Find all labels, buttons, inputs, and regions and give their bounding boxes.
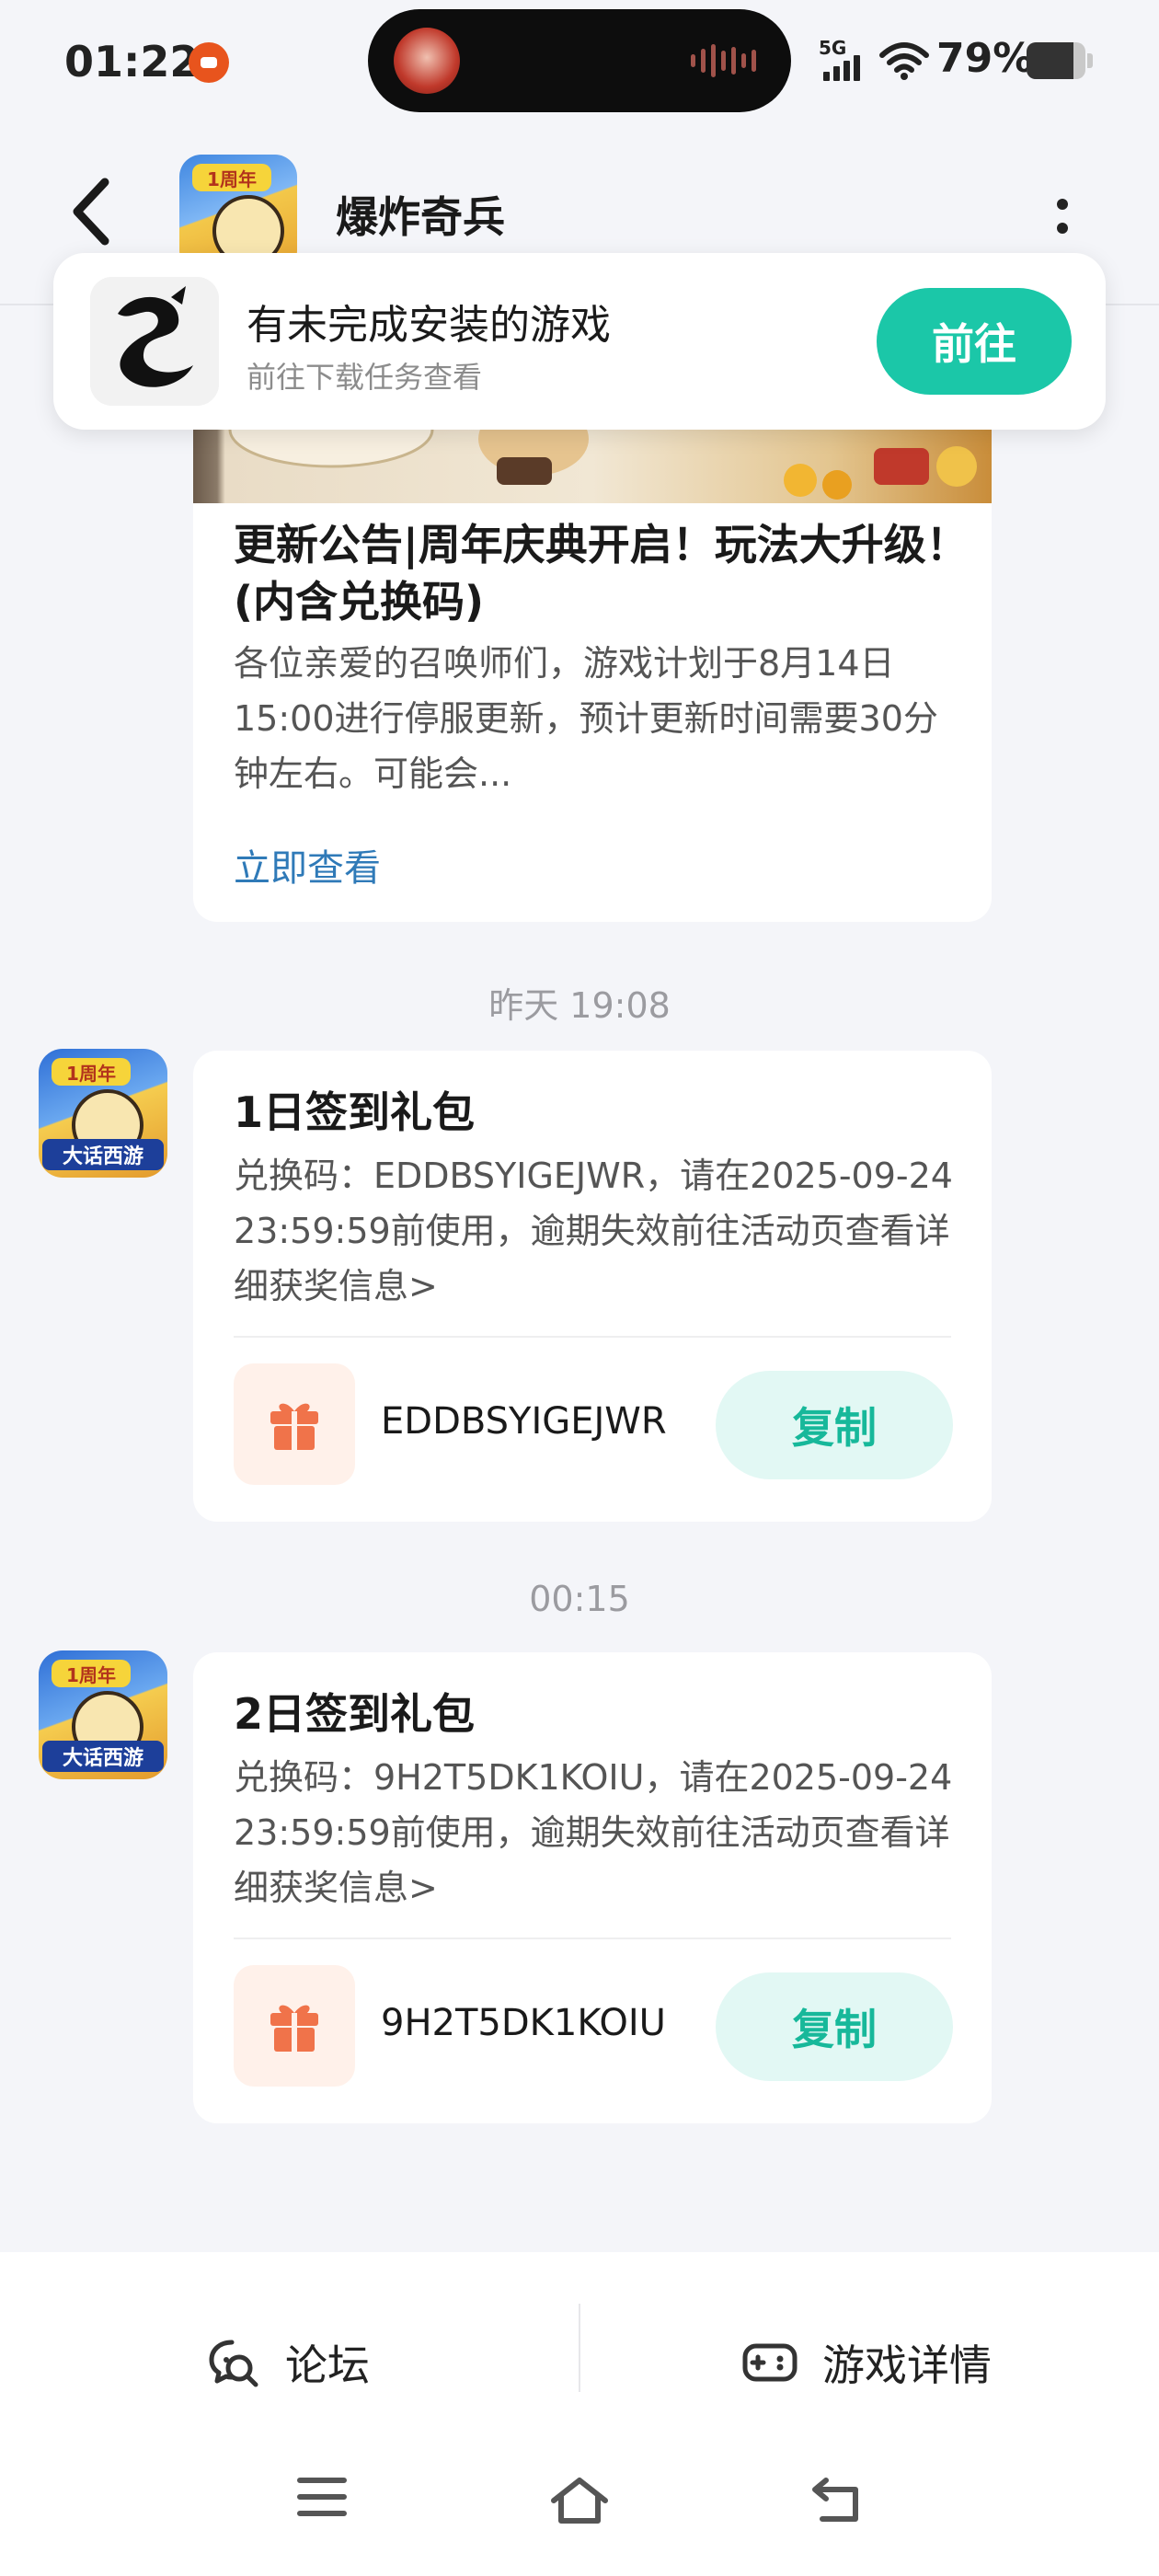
redeem-code: 9H2T5DK1KOIU bbox=[381, 2002, 666, 2044]
install-reminder-popup[interactable]: 有未完成安装的游戏 前往下载任务查看 前往 bbox=[53, 253, 1106, 430]
back-nav-icon[interactable] bbox=[809, 2475, 865, 2524]
message-timestamp: 00:15 bbox=[529, 1579, 630, 1619]
copy-button[interactable]: 复制 bbox=[716, 1972, 953, 2081]
redeem-code: EDDBSYIGEJWR bbox=[381, 1400, 667, 1443]
menu-icon[interactable] bbox=[296, 2475, 348, 2519]
vertical-dots-icon[interactable] bbox=[1049, 193, 1076, 239]
forum-icon bbox=[209, 2340, 258, 2387]
dynamic-island[interactable] bbox=[368, 9, 791, 112]
gift-message-card: 2日签到礼包 兑换码：9H2T5DK1KOIU，请在2025-09-24 23:… bbox=[193, 1652, 992, 2123]
sender-avatar[interactable]: 1周年 大话西游 bbox=[39, 1650, 167, 1779]
divider bbox=[579, 2304, 580, 2392]
announcement-card[interactable]: 更新公告|周年庆典开启！玩法大升级！(内含兑换码) 各位亲爱的召唤师们，游戏计划… bbox=[193, 430, 992, 922]
forum-label: 论坛 bbox=[285, 2340, 370, 2390]
audio-wave-icon bbox=[691, 44, 756, 77]
battery-fill bbox=[1027, 42, 1073, 79]
signal-icon bbox=[823, 55, 860, 81]
go-button[interactable]: 前往 bbox=[877, 288, 1072, 395]
battery-icon bbox=[1027, 42, 1085, 79]
pending-game-icon bbox=[90, 277, 219, 406]
game-details-button[interactable]: 游戏详情 bbox=[741, 2307, 992, 2418]
game-details-label: 游戏详情 bbox=[822, 2340, 992, 2390]
gift-glyph bbox=[270, 2005, 318, 2052]
page-title: 爆炸奇兵 bbox=[336, 192, 505, 242]
announcement-text: 各位亲爱的召唤师们，游戏计划于8月14日15:00进行停服更新，预计更新时间需要… bbox=[234, 643, 938, 794]
divider bbox=[234, 1336, 951, 1338]
notification-app-icon bbox=[189, 42, 229, 83]
anniversary-badge: 1周年 bbox=[52, 1058, 131, 1086]
gift-text: 兑换码：EDDBSYIGEJWR，请在2025-09-24 23:59:59前使… bbox=[234, 1156, 953, 1306]
sender-avatar[interactable]: 1周年 大话西游 bbox=[39, 1049, 167, 1178]
gift-title: 1日签到礼包 bbox=[234, 1087, 476, 1137]
home-icon[interactable] bbox=[548, 2475, 611, 2526]
dragon-logo bbox=[90, 277, 219, 406]
divider bbox=[234, 1938, 951, 1939]
anniversary-badge: 1周年 bbox=[52, 1660, 131, 1687]
gift-icon bbox=[234, 1965, 355, 2087]
battery-cap bbox=[1087, 53, 1093, 68]
copy-button[interactable]: 复制 bbox=[716, 1371, 953, 1479]
popup-title: 有未完成安装的游戏 bbox=[247, 302, 611, 349]
gift-icon bbox=[234, 1363, 355, 1485]
view-now-link[interactable]: 立即查看 bbox=[234, 838, 381, 891]
message-timestamp: 昨天 19:08 bbox=[488, 985, 671, 1026]
anniversary-badge: 1周年 bbox=[192, 164, 271, 191]
avatar-caption: 大话西游 bbox=[42, 1139, 164, 1170]
bottom-bar: 论坛 游戏详情 bbox=[0, 2252, 1159, 2576]
popup-subtitle: 前往下载任务查看 bbox=[247, 360, 483, 395]
media-thumbnail bbox=[394, 28, 460, 94]
gift-glyph bbox=[270, 1403, 318, 1450]
announcement-body: 更新公告|周年庆典开启！玩法大升级！(内含兑换码) 各位亲爱的召唤师们，游戏计划… bbox=[193, 503, 992, 922]
avatar-caption: 大话西游 bbox=[42, 1741, 164, 1772]
announcement-title: 更新公告|周年庆典开启！玩法大升级！(内含兑换码) bbox=[234, 520, 969, 627]
chevron-left-icon[interactable] bbox=[64, 175, 120, 248]
status-time: 01:22 bbox=[64, 37, 200, 86]
forum-button[interactable]: 论坛 bbox=[206, 2307, 370, 2418]
gift-message-card: 1日签到礼包 兑换码：EDDBSYIGEJWR，请在2025-09-24 23:… bbox=[193, 1051, 992, 1522]
gift-text: 兑换码：9H2T5DK1KOIU，请在2025-09-24 23:59:59前使… bbox=[234, 1757, 953, 1908]
status-bar: 01:22 5G 79% bbox=[0, 0, 1159, 129]
battery-percent: 79% bbox=[936, 35, 1034, 82]
gamepad-icon bbox=[742, 2343, 798, 2382]
gift-title: 2日签到礼包 bbox=[234, 1689, 476, 1739]
wifi-icon bbox=[879, 42, 929, 80]
